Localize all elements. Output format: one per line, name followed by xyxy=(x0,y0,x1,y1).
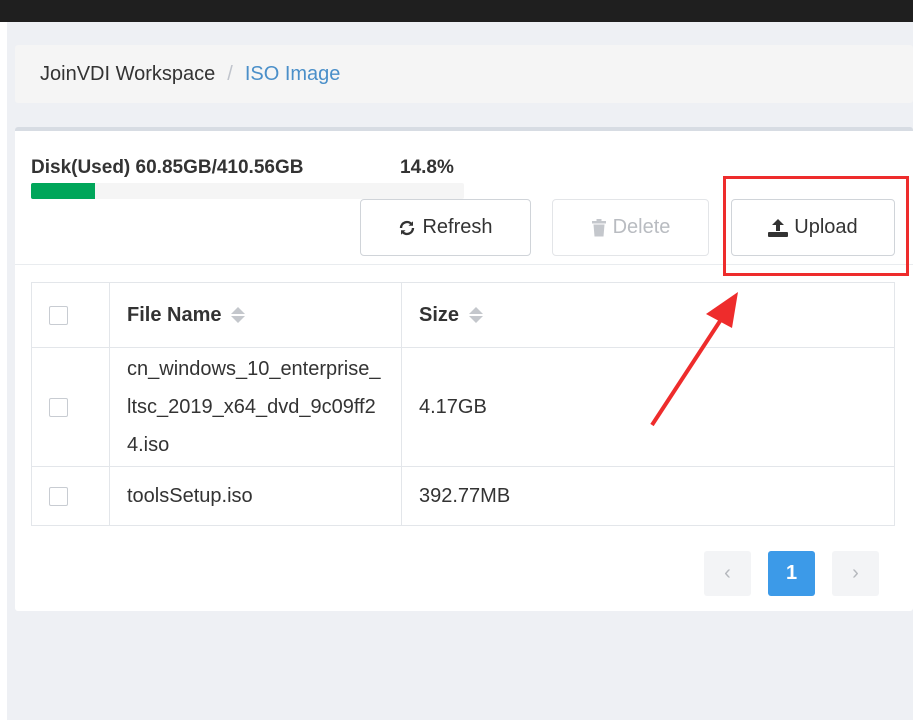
pagination-prev-button[interactable]: ‹ xyxy=(704,551,751,596)
refresh-button-label: Refresh xyxy=(422,216,493,238)
disk-usage-label: Disk(Used) 60.85GB/410.56GB xyxy=(31,157,304,178)
breadcrumb-root-link[interactable]: JoinVDI Workspace xyxy=(40,63,215,86)
refresh-button[interactable]: Refresh xyxy=(360,199,531,256)
file-size: 4.17GB xyxy=(419,395,487,418)
window-top-bar xyxy=(0,0,913,22)
refresh-icon xyxy=(398,219,416,237)
upload-highlight-box xyxy=(723,176,909,276)
disk-usage-progress-bar xyxy=(31,183,464,199)
table-row[interactable]: cn_windows_10_enterprise_ltsc_2019_x64_d… xyxy=(31,347,895,467)
row-select-cell xyxy=(31,347,110,467)
row-checkbox[interactable] xyxy=(49,397,68,417)
trash-icon xyxy=(591,218,607,237)
file-name-cell: cn_windows_10_enterprise_ltsc_2019_x64_d… xyxy=(109,347,402,467)
pagination-page-1[interactable]: 1 xyxy=(768,551,815,596)
column-header-size-label: Size xyxy=(419,303,460,326)
row-select-cell xyxy=(31,466,110,526)
sort-icon xyxy=(231,307,246,323)
delete-button-label: Delete xyxy=(612,216,671,238)
column-header-file-name[interactable]: File Name xyxy=(109,282,402,348)
delete-button[interactable]: Delete xyxy=(552,199,709,256)
table-row[interactable]: toolsSetup.iso 392.77MB xyxy=(31,466,895,526)
disk-usage-progress-fill xyxy=(31,183,96,199)
file-size-cell: 392.77MB xyxy=(401,466,895,526)
row-checkbox[interactable] xyxy=(49,486,68,506)
file-size: 392.77MB xyxy=(419,484,511,507)
sort-icon xyxy=(469,307,484,323)
table-header-row: File Name Size xyxy=(31,282,895,348)
breadcrumb-current: ISO Image xyxy=(244,62,341,85)
annotation-arrow-icon xyxy=(650,292,738,427)
select-all-checkbox[interactable] xyxy=(49,305,68,325)
pagination-next-button[interactable]: › xyxy=(832,551,879,596)
disk-usage-percent: 14.8% xyxy=(400,157,454,178)
iso-file-table: File Name Size cn_windows_10_enterprise_… xyxy=(31,282,895,526)
breadcrumb-separator: / xyxy=(227,62,233,85)
select-all-cell xyxy=(31,282,110,348)
column-header-file-name-label: File Name xyxy=(127,303,222,326)
file-name: cn_windows_10_enterprise_ltsc_2019_x64_d… xyxy=(127,358,381,456)
file-name: toolsSetup.iso xyxy=(127,485,253,507)
file-name-cell: toolsSetup.iso xyxy=(109,466,402,526)
breadcrumb: JoinVDI Workspace / ISO Image xyxy=(15,45,913,103)
